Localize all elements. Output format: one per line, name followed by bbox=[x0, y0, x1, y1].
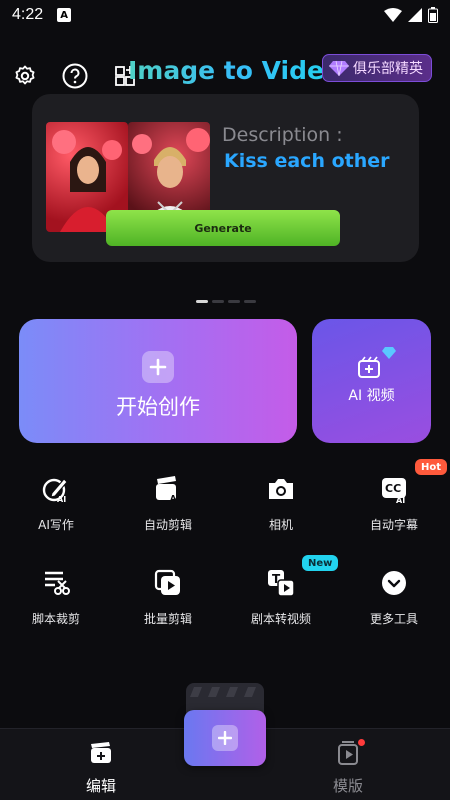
camera-icon bbox=[266, 474, 296, 504]
hot-tag: Hot bbox=[415, 459, 448, 475]
script-cut-icon bbox=[41, 568, 71, 598]
wifi-icon bbox=[384, 8, 402, 22]
status-icons bbox=[384, 7, 438, 23]
club-badge[interactable]: 俱乐部精英 bbox=[322, 54, 432, 82]
page-dot bbox=[228, 300, 240, 303]
tool-label: AI写作 bbox=[38, 518, 74, 532]
description-label: Description : bbox=[222, 124, 343, 146]
nav-edit[interactable]: 编辑 bbox=[61, 741, 141, 797]
gear-icon bbox=[15, 65, 35, 85]
status-time: 4:22 bbox=[12, 6, 44, 23]
tool-script-to-video[interactable]: T 剧本转视频 bbox=[236, 568, 326, 638]
ai-video-icon bbox=[358, 356, 380, 378]
tool-label: 自动剪辑 bbox=[143, 518, 192, 532]
tool-batch-edit[interactable]: 批量剪辑 bbox=[123, 568, 213, 638]
tool-label: 相机 bbox=[268, 518, 293, 532]
plus-icon bbox=[142, 351, 174, 383]
start-create-button[interactable]: 开始创作 bbox=[19, 319, 297, 443]
help-button[interactable] bbox=[59, 60, 91, 92]
more-tools-icon bbox=[379, 568, 409, 598]
settings-button[interactable] bbox=[9, 60, 41, 92]
page-dot bbox=[212, 300, 224, 303]
tool-ai-write[interactable]: AI AI写作 bbox=[11, 474, 101, 544]
batch-edit-icon bbox=[153, 568, 183, 598]
battery-icon bbox=[428, 7, 438, 23]
banner-page-indicator bbox=[196, 300, 256, 303]
tool-label: 脚本裁剪 bbox=[31, 612, 80, 626]
tool-more[interactable]: 更多工具 bbox=[349, 568, 439, 638]
svg-text:AI: AI bbox=[57, 495, 66, 503]
template-nav-icon bbox=[336, 741, 360, 765]
start-create-label: 开始创作 bbox=[116, 395, 200, 419]
auto-caption-icon: CC AI bbox=[379, 474, 409, 504]
script-to-video-icon: T bbox=[266, 568, 296, 598]
auto-edit-icon: AI bbox=[153, 474, 183, 504]
tool-camera[interactable]: 相机 bbox=[236, 474, 326, 544]
nav-template-label: 模版 bbox=[332, 777, 363, 795]
feature-banner[interactable]: Description : Kiss each other Generate bbox=[32, 94, 419, 262]
tool-label: 自动字幕 bbox=[369, 518, 418, 532]
ai-video-button[interactable]: AI 视频 bbox=[312, 319, 431, 443]
tool-script-cut[interactable]: 脚本裁剪 bbox=[11, 568, 101, 638]
notification-icon: A bbox=[57, 8, 72, 22]
diamond-icon bbox=[329, 60, 349, 76]
tool-auto-edit[interactable]: AI 自动剪辑 bbox=[123, 474, 213, 544]
help-icon bbox=[62, 63, 88, 89]
diamond-icon bbox=[382, 347, 396, 359]
svg-text:AI: AI bbox=[170, 494, 179, 503]
page-dot bbox=[196, 300, 208, 303]
notification-dot bbox=[358, 739, 365, 746]
create-fab-button[interactable] bbox=[184, 710, 266, 766]
ai-video-label: AI 视频 bbox=[348, 388, 395, 404]
banner-title: Image to Video bbox=[128, 56, 342, 85]
svg-text:CC: CC bbox=[385, 482, 401, 495]
signal-icon bbox=[408, 8, 422, 22]
nav-template[interactable]: 模版 bbox=[308, 739, 388, 797]
tool-auto-caption[interactable]: CC AI 自动字幕 bbox=[349, 474, 439, 544]
nav-edit-label: 编辑 bbox=[85, 777, 116, 795]
edit-nav-icon bbox=[89, 741, 113, 765]
ai-write-icon: AI bbox=[41, 474, 71, 504]
tool-label: 剧本转视频 bbox=[250, 612, 311, 626]
status-bar: 4:22 A bbox=[0, 0, 450, 30]
club-badge-label: 俱乐部精英 bbox=[353, 61, 423, 77]
tool-label: 更多工具 bbox=[369, 612, 418, 626]
generate-button[interactable]: Generate bbox=[106, 210, 340, 246]
tool-label: 批量剪辑 bbox=[143, 612, 192, 626]
page-dot bbox=[244, 300, 256, 303]
description-value: Kiss each other bbox=[224, 150, 390, 172]
new-tag: New bbox=[302, 555, 339, 571]
plus-icon bbox=[212, 725, 238, 751]
svg-text:AI: AI bbox=[396, 496, 405, 503]
